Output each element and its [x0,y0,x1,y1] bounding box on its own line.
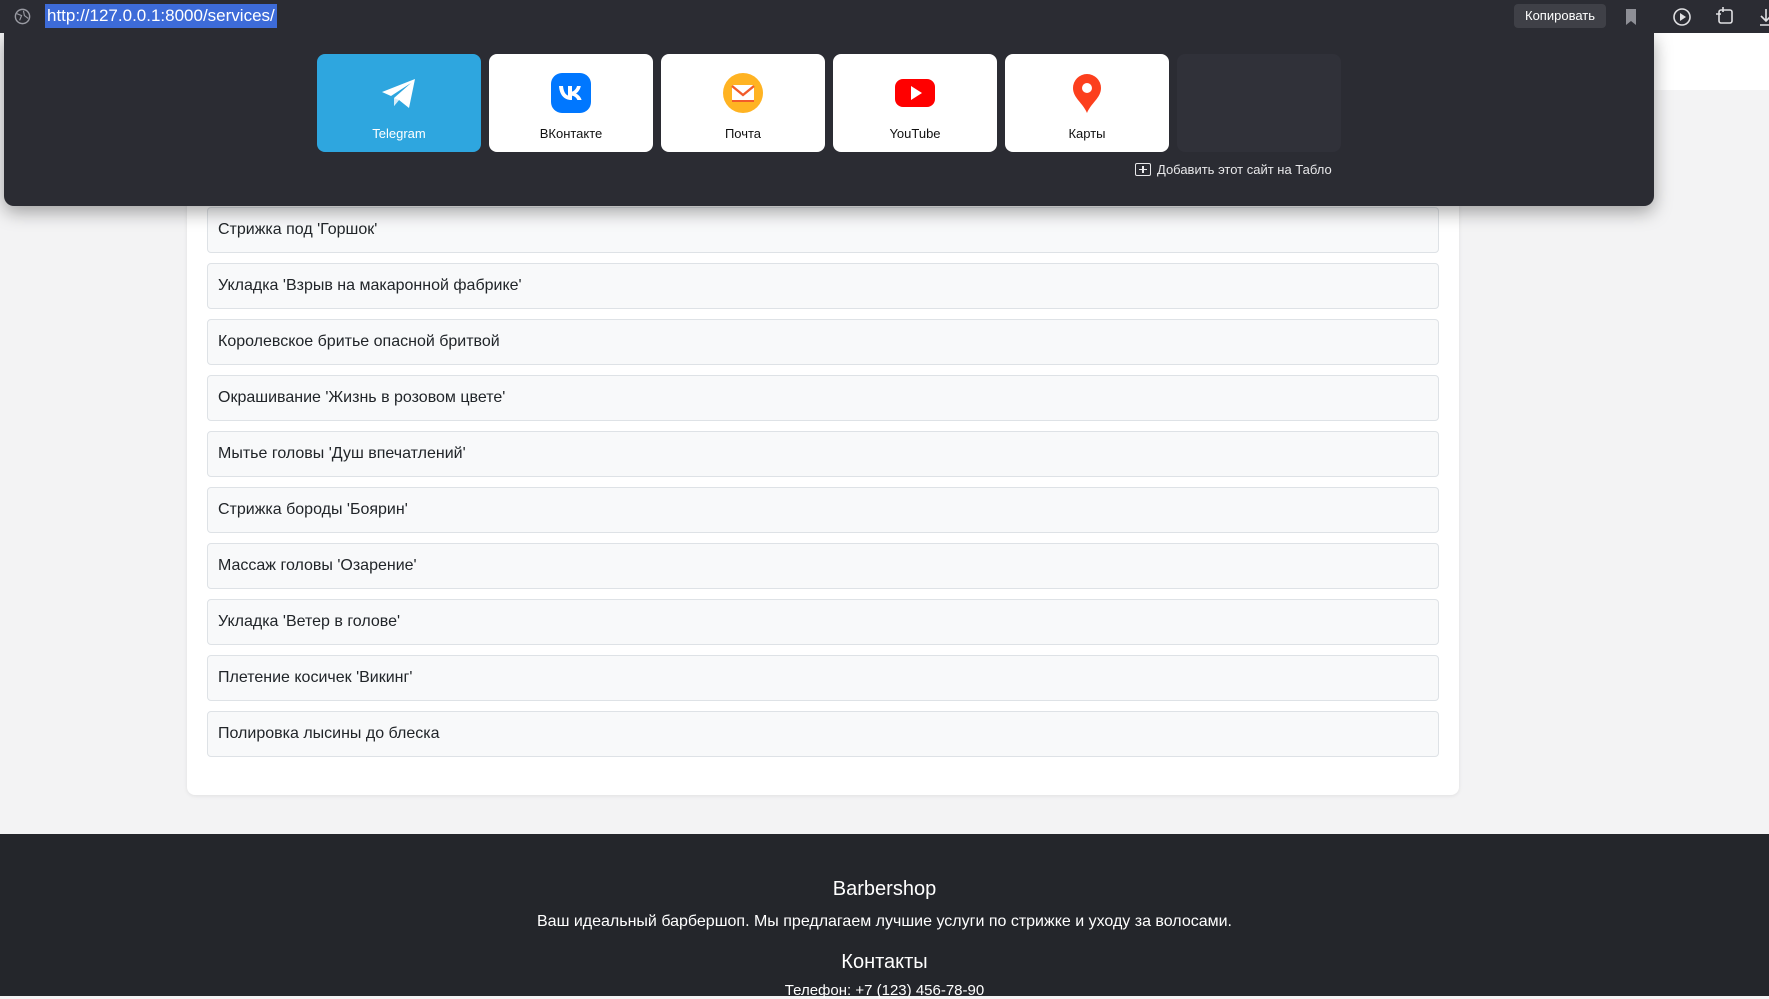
tile-label: Telegram [372,126,426,141]
list-item[interactable]: Массаж головы 'Озарение' [207,543,1439,589]
list-item[interactable]: Стрижка под 'Горшок' [207,207,1439,253]
speed-dial-tile-mail[interactable]: Почта [661,54,825,152]
services-list: Стрижка под 'Горшок' Укладка 'Взрыв на м… [207,207,1439,767]
list-item[interactable]: Мытье головы 'Душ впечатлений' [207,431,1439,477]
telegram-icon [382,79,415,108]
site-footer: Barbershop Ваш идеальный барбершоп. Мы п… [0,834,1769,999]
speed-dial-popup: Telegram ВКонтакте Почта YouTube Карты Д… [4,33,1654,206]
footer-description: Ваш идеальный барбершоп. Мы предлагаем л… [537,913,1232,930]
address-bar-url[interactable]: http://127.0.0.1:8000/services/ [45,4,277,28]
footer-phone: Телефон: +7 (123) 456-78-90 [784,982,985,999]
add-site-to-tablo-link[interactable]: Добавить этот сайт на Табло [1135,162,1332,177]
tile-label: Карты [1068,126,1106,141]
globe-icon[interactable] [13,7,32,26]
tile-label: YouTube [889,126,941,141]
list-item[interactable]: Стрижка бороды 'Боярин' [207,487,1439,533]
list-item[interactable]: Укладка 'Взрыв на макаронной фабрике' [207,263,1439,309]
footer-title: Barbershop [832,878,937,900]
speed-dial-tile-empty[interactable] [1177,54,1341,152]
services-card: Стрижка под 'Горшок' Укладка 'Взрыв на м… [187,150,1459,795]
tile-label: ВКонтакте [539,126,603,141]
list-item[interactable]: Королевское бритье опасной бритвой [207,319,1439,365]
speed-dial-tile-telegram[interactable]: Telegram [317,54,481,152]
maps-pin-icon [1073,74,1101,113]
list-item[interactable]: Окрашивание 'Жизнь в розовом цвете' [207,375,1439,421]
list-item[interactable]: Плетение косичек 'Викинг' [207,655,1439,701]
list-item[interactable]: Укладка 'Ветер в голове' [207,599,1439,645]
bookmark-icon[interactable] [1620,6,1642,28]
mail-icon [723,73,763,113]
tile-label: Почта [724,126,762,141]
youtube-icon [895,79,935,107]
list-item[interactable]: Полировка лысины до блеска [207,711,1439,757]
copy-url-button[interactable]: Копировать [1514,4,1606,28]
speed-dial-tile-youtube[interactable]: YouTube [833,54,997,152]
screenshot-icon[interactable] [1715,6,1737,28]
download-icon[interactable] [1755,6,1769,28]
add-site-label: Добавить этот сайт на Табло [1157,162,1332,177]
browser-toolbar: http://127.0.0.1:8000/services/ Копирова… [0,0,1769,33]
vk-icon [551,73,591,113]
page-navbar [1654,33,1769,90]
speed-dial-tile-maps[interactable]: Карты [1005,54,1169,152]
speed-dial-tile-vk[interactable]: ВКонтакте [489,54,653,152]
media-play-icon[interactable] [1672,6,1694,28]
footer-contacts-title: Контакты [841,951,928,973]
add-icon [1135,163,1151,176]
